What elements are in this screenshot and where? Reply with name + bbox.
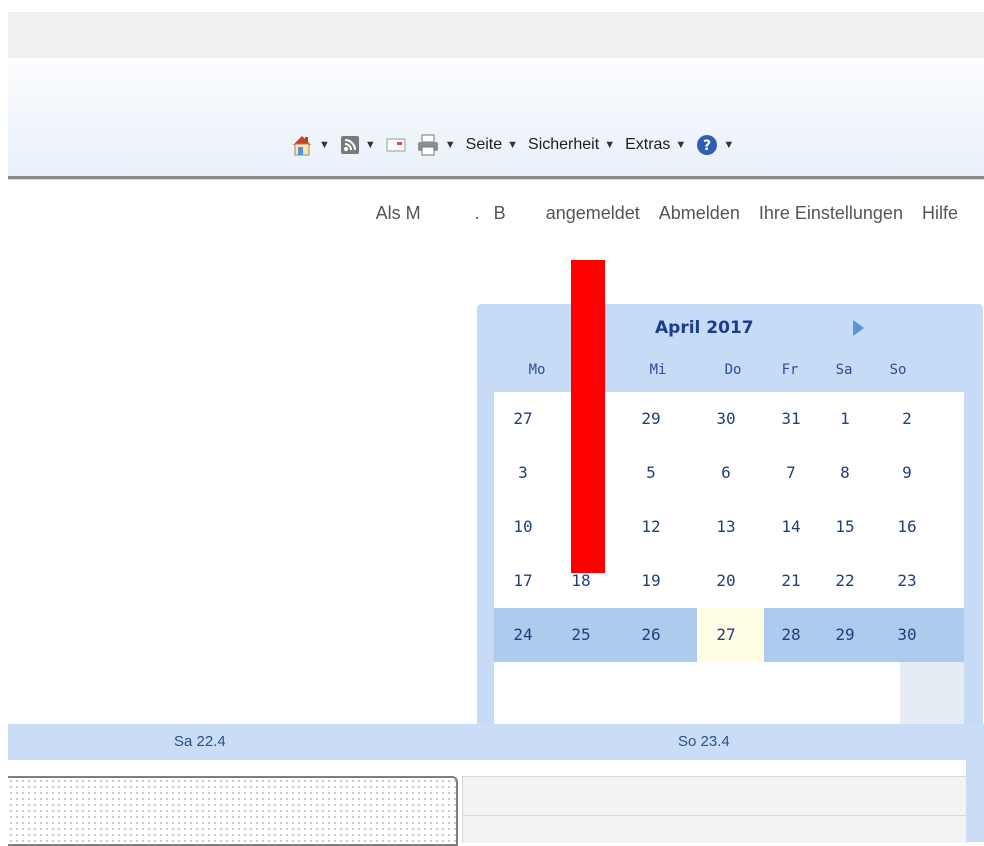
- calendar-day[interactable]: 7: [762, 446, 820, 500]
- calendar-day[interactable]: 10: [494, 500, 552, 554]
- print-icon: [417, 134, 438, 156]
- logged-in-dot: .: [474, 203, 480, 223]
- calendar-day[interactable]: 30: [878, 608, 936, 662]
- calendar-day[interactable]: 27: [697, 608, 755, 662]
- tools-menu-label: Extras: [625, 136, 671, 153]
- schedule-column-saturday[interactable]: [8, 776, 458, 846]
- calendar-day[interactable]: 16: [878, 500, 936, 554]
- page-menu-label: Seite: [465, 136, 503, 153]
- calendar-day[interactable]: 9: [878, 446, 936, 500]
- logged-in-prefix: Als M: [375, 203, 421, 223]
- chevron-down-icon: ▼: [507, 139, 519, 151]
- tools-menu[interactable]: Extras ▼: [625, 136, 686, 154]
- calendar-day[interactable]: 31: [762, 392, 820, 446]
- command-bar: ▼ ▼ ▼ Seite ▼ Sicherheit ▼ Extras ▼ ? ▼: [280, 130, 734, 160]
- weekday-header: Mi: [649, 362, 667, 378]
- calendar-day[interactable]: 8: [816, 446, 874, 500]
- day-column-label[interactable]: So 23.4: [678, 733, 730, 750]
- home-icon: [293, 136, 311, 156]
- calendar-day[interactable]: 28: [762, 608, 820, 662]
- calendar-day[interactable]: 14: [762, 500, 820, 554]
- weekend-cell-shade: [900, 662, 964, 730]
- calendar-day[interactable]: 12: [622, 500, 680, 554]
- logged-in-initial: B: [493, 203, 506, 223]
- calendar-day[interactable]: 13: [697, 500, 755, 554]
- calendar-days-grid: 2728293031123456789101112131415161718192…: [494, 392, 964, 730]
- feeds-dropdown-caret[interactable]: ▼: [365, 139, 376, 151]
- schedule-column-sunday[interactable]: [462, 776, 967, 843]
- security-menu-label: Sicherheit: [528, 136, 600, 153]
- calendar-day[interactable]: 17: [494, 554, 552, 608]
- calendar-day[interactable]: 1: [816, 392, 874, 446]
- rss-feed-icon: [340, 136, 359, 154]
- calendar-day[interactable]: 30: [697, 392, 755, 446]
- logged-in-suffix: angemeldet: [545, 203, 640, 223]
- logout-link[interactable]: Abmelden: [659, 203, 740, 223]
- calendar-day[interactable]: 23: [878, 554, 936, 608]
- user-bar: Als M. Bangemeldet Abmelden Ihre Einstell…: [362, 203, 958, 224]
- read-mail-icon: [386, 138, 406, 152]
- calendar-day[interactable]: 26: [622, 608, 680, 662]
- calendar-day[interactable]: 29: [622, 392, 680, 446]
- page-menu[interactable]: Seite ▼: [466, 136, 518, 154]
- weekday-header: So: [889, 362, 907, 378]
- weekday-header: Mo: [528, 362, 546, 378]
- home-dropdown-caret[interactable]: ▼: [319, 139, 330, 151]
- time-slot-divider: [463, 815, 966, 816]
- weekday-header: Fr: [781, 362, 799, 378]
- calendar-day[interactable]: 19: [622, 554, 680, 608]
- next-month-icon[interactable]: [853, 320, 864, 336]
- calendar-day[interactable]: 3: [494, 446, 552, 500]
- calendar-day[interactable]: 27: [494, 392, 552, 446]
- chevron-down-icon: ▼: [604, 139, 616, 151]
- help-menu[interactable]: ? ▼: [696, 134, 734, 156]
- settings-link[interactable]: Ihre Einstellungen: [759, 203, 903, 223]
- calendar-day[interactable]: 5: [622, 446, 680, 500]
- help-icon: ?: [697, 135, 718, 155]
- print-button[interactable]: ▼: [416, 134, 456, 156]
- calendar-day[interactable]: 21: [762, 554, 820, 608]
- help-link[interactable]: Hilfe: [922, 203, 958, 223]
- calendar-day[interactable]: 2: [878, 392, 936, 446]
- month-calendar: April 2017 Mo Di Mi Do Fr Sa So 27282930…: [477, 304, 983, 730]
- weekday-header: Do: [724, 362, 742, 378]
- schedule-day-header: Sa 22.4 So 23.4: [8, 724, 984, 760]
- chevron-down-icon: ▼: [675, 139, 687, 151]
- day-column-label[interactable]: Sa 22.4: [174, 733, 226, 750]
- redaction-bar: [571, 260, 605, 573]
- calendar-day[interactable]: 6: [697, 446, 755, 500]
- calendar-day[interactable]: 22: [816, 554, 874, 608]
- calendar-day[interactable]: 25: [552, 608, 610, 662]
- calendar-day[interactable]: 20: [697, 554, 755, 608]
- calendar-day[interactable]: 24: [494, 608, 552, 662]
- security-menu[interactable]: Sicherheit ▼: [528, 136, 615, 154]
- help-dropdown-caret[interactable]: ▼: [723, 139, 734, 151]
- chrome-divider: [8, 176, 984, 180]
- svg-text:?: ?: [703, 138, 711, 154]
- calendar-header: April 2017: [477, 314, 983, 346]
- browser-title-area: [8, 12, 984, 58]
- calendar-day[interactable]: 15: [816, 500, 874, 554]
- schedule-scroll-edge: [966, 760, 984, 842]
- feeds-button[interactable]: ▼: [340, 135, 376, 155]
- read-mail-button[interactable]: [386, 137, 406, 153]
- home-button[interactable]: ▼: [290, 133, 330, 157]
- print-dropdown-caret[interactable]: ▼: [445, 139, 456, 151]
- calendar-month-title: April 2017: [655, 318, 754, 338]
- calendar-day[interactable]: 29: [816, 608, 874, 662]
- weekday-header: Sa: [835, 362, 853, 378]
